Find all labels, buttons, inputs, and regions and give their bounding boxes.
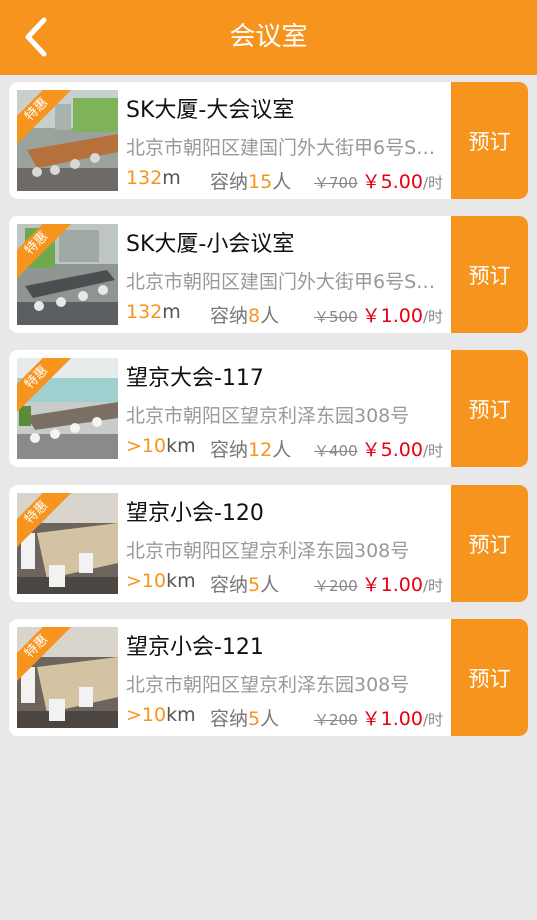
distance-unit: m [162, 167, 181, 189]
capacity-value: 15 [248, 171, 273, 193]
room-name: 望京小会-120 [126, 501, 264, 526]
capacity: 容纳12人 [210, 435, 291, 462]
price: ￥400 ￥5.00/时 [314, 435, 443, 462]
original-price: ￥400 [314, 442, 358, 460]
room-name: SK大厦-大会议室 [126, 98, 295, 123]
distance-value: >10 [126, 704, 167, 726]
meeting-room-card[interactable]: 特惠 望京小会-121 北京市朝阳区望京利泽东园308号 >10km 容纳5人 … [9, 619, 528, 736]
price-unit: /时 [422, 308, 444, 326]
price: ￥700 ￥5.00/时 [314, 167, 443, 194]
book-button[interactable]: 预订 [451, 619, 528, 736]
capacity-suffix: 人 [260, 708, 280, 730]
distance-unit: km [166, 704, 196, 726]
current-price: ￥5.00 [361, 171, 423, 193]
current-price: ￥1.00 [361, 708, 423, 730]
navigation-bar: 会议室 [0, 0, 537, 75]
meeting-room-card[interactable]: 特惠 SK大厦-大会议室 北京市朝阳区建国门外大街甲6号SK大厦 132m 容纳… [9, 82, 528, 199]
capacity-suffix: 人 [272, 171, 292, 193]
distance-unit: m [162, 301, 181, 323]
current-price: ￥5.00 [361, 439, 423, 461]
capacity: 容纳8人 [210, 301, 279, 328]
capacity-prefix: 容纳 [210, 305, 249, 327]
distance-value: >10 [126, 570, 167, 592]
distance: 132m [126, 301, 181, 323]
price: ￥500 ￥1.00/时 [314, 301, 443, 328]
distance-value: 132 [126, 301, 163, 323]
room-name: SK大厦-小会议室 [126, 232, 295, 257]
room-address: 北京市朝阳区望京利泽东园308号 [126, 540, 410, 562]
capacity: 容纳5人 [210, 704, 279, 731]
capacity-suffix: 人 [272, 439, 292, 461]
price-unit: /时 [422, 442, 444, 460]
room-info: SK大厦-大会议室 北京市朝阳区建国门外大街甲6号SK大厦 132m 容纳15人… [126, 82, 448, 199]
page-title: 会议室 [229, 22, 308, 52]
book-button[interactable]: 预订 [451, 82, 528, 199]
price-unit: /时 [422, 711, 444, 729]
room-meta: >10km 容纳5人 ￥200 ￥1.00/时 [126, 570, 448, 596]
distance: >10km [126, 435, 196, 457]
distance: 132m [126, 167, 181, 189]
room-photo: 特惠 [17, 493, 118, 594]
original-price: ￥200 [314, 711, 358, 729]
price-unit: /时 [422, 174, 444, 192]
capacity-value: 8 [248, 305, 261, 327]
distance-value: >10 [126, 435, 167, 457]
room-address: 北京市朝阳区建国门外大街甲6号SK大厦 [126, 271, 444, 293]
original-price: ￥500 [314, 308, 358, 326]
price: ￥200 ￥1.00/时 [314, 704, 443, 731]
current-price: ￥1.00 [361, 574, 423, 596]
capacity-suffix: 人 [260, 305, 280, 327]
room-meta: >10km 容纳5人 ￥200 ￥1.00/时 [126, 704, 448, 730]
meeting-room-card[interactable]: 特惠 望京大会-117 北京市朝阳区望京利泽东园308号 >10km 容纳12人… [9, 350, 528, 467]
meeting-room-card[interactable]: 特惠 望京小会-120 北京市朝阳区望京利泽东园308号 >10km 容纳5人 … [9, 485, 528, 602]
capacity-prefix: 容纳 [210, 574, 249, 596]
distance: >10km [126, 704, 196, 726]
room-info: 望京小会-121 北京市朝阳区望京利泽东园308号 >10km 容纳5人 ￥20… [126, 619, 448, 736]
distance-value: 132 [126, 167, 163, 189]
original-price: ￥200 [314, 577, 358, 595]
room-name: 望京小会-121 [126, 635, 264, 660]
capacity-value: 5 [248, 574, 261, 596]
book-button[interactable]: 预订 [451, 216, 528, 333]
room-info: 望京大会-117 北京市朝阳区望京利泽东园308号 >10km 容纳12人 ￥4… [126, 350, 448, 467]
current-price: ￥1.00 [361, 305, 423, 327]
room-meta: 132m 容纳15人 ￥700 ￥5.00/时 [126, 167, 448, 193]
room-photo: 特惠 [17, 224, 118, 325]
capacity: 容纳5人 [210, 570, 279, 597]
room-photo: 特惠 [17, 358, 118, 459]
price: ￥200 ￥1.00/时 [314, 570, 443, 597]
room-name: 望京大会-117 [126, 366, 264, 391]
price-unit: /时 [422, 577, 444, 595]
capacity-prefix: 容纳 [210, 439, 249, 461]
book-button[interactable]: 预订 [451, 485, 528, 602]
capacity: 容纳15人 [210, 167, 291, 194]
room-info: SK大厦-小会议室 北京市朝阳区建国门外大街甲6号SK大厦 132m 容纳8人 … [126, 216, 448, 333]
capacity-prefix: 容纳 [210, 171, 249, 193]
room-address: 北京市朝阳区望京利泽东园308号 [126, 674, 410, 696]
meeting-room-card[interactable]: 特惠 SK大厦-小会议室 北京市朝阳区建国门外大街甲6号SK大厦 132m 容纳… [9, 216, 528, 333]
room-photo: 特惠 [17, 90, 118, 191]
distance-unit: km [166, 435, 196, 457]
distance: >10km [126, 570, 196, 592]
original-price: ￥700 [314, 174, 358, 192]
capacity-value: 12 [248, 439, 273, 461]
distance-unit: km [166, 570, 196, 592]
room-info: 望京小会-120 北京市朝阳区望京利泽东园308号 >10km 容纳5人 ￥20… [126, 485, 448, 602]
capacity-suffix: 人 [260, 574, 280, 596]
capacity-value: 5 [248, 708, 261, 730]
capacity-prefix: 容纳 [210, 708, 249, 730]
room-address: 北京市朝阳区建国门外大街甲6号SK大厦 [126, 137, 444, 159]
room-meta: >10km 容纳12人 ￥400 ￥5.00/时 [126, 435, 448, 461]
room-address: 北京市朝阳区望京利泽东园308号 [126, 405, 410, 427]
room-meta: 132m 容纳8人 ￥500 ￥1.00/时 [126, 301, 448, 327]
book-button[interactable]: 预订 [451, 350, 528, 467]
room-photo: 特惠 [17, 627, 118, 728]
